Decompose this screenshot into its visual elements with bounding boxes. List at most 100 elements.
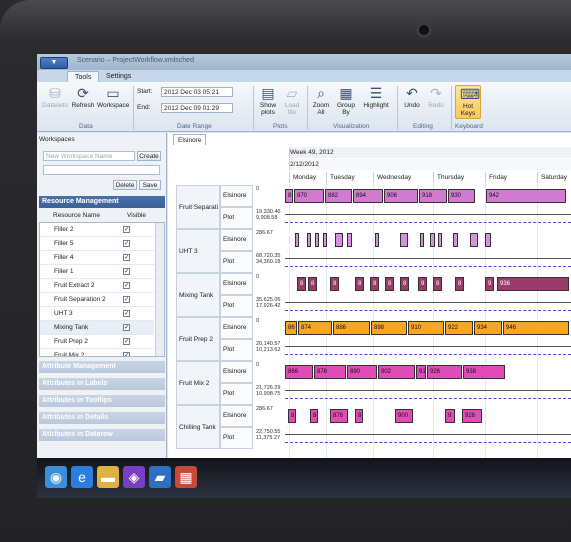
task-bar[interactable]: 898 [371, 321, 407, 335]
resource-row[interactable]: Fruit Separation 2 ✓ [40, 293, 154, 307]
resource-row[interactable]: Fruit Prep 2 ✓ [40, 335, 154, 349]
resource-row[interactable]: Filler 2 ✓ [40, 223, 154, 237]
start-orb-icon[interactable]: ◉ [45, 466, 67, 488]
delete-button[interactable]: Delete [113, 180, 137, 190]
resource-row[interactable]: Filler 4 ✓ [40, 251, 154, 265]
visible-checkbox[interactable]: ✓ [123, 226, 130, 233]
task-bar[interactable] [335, 233, 343, 247]
task-bar[interactable]: 874 [298, 321, 332, 335]
task-bar[interactable] [375, 233, 379, 247]
task-bar[interactable] [438, 233, 442, 247]
visible-checkbox[interactable]: ✓ [123, 240, 130, 247]
task-bar[interactable]: 8 [308, 277, 317, 291]
task-bar[interactable]: 870 [294, 189, 324, 203]
task-bar[interactable]: 8 [385, 277, 394, 291]
task-bar[interactable]: 8 [455, 277, 464, 291]
visible-checkbox[interactable]: ✓ [123, 296, 130, 303]
task-bar[interactable]: 946 [503, 321, 569, 335]
resource-row[interactable]: Fruit Extract 2 ✓ [40, 279, 154, 293]
show-plots-button[interactable]: ▤ Show plots [256, 85, 280, 116]
task-bar[interactable]: 910 [408, 321, 444, 335]
hot-keys-button[interactable]: ⌨ Hot Keys [455, 85, 481, 119]
task-bar[interactable] [470, 233, 478, 247]
section-header[interactable]: Attributes in Datarow [39, 429, 165, 441]
tab-elsinore[interactable]: Elsinore [173, 134, 207, 145]
task-bar[interactable]: 86 [285, 321, 297, 335]
task-bar[interactable] [347, 233, 352, 247]
section-header[interactable]: Attributes in Labels [39, 378, 165, 390]
app-menu-button[interactable]: ▼ [40, 57, 68, 69]
resource-row[interactable]: Filler 1 ✓ [40, 265, 154, 279]
task-bar[interactable]: 8 [355, 409, 363, 423]
tab-tools[interactable]: Tools [67, 71, 100, 82]
task-bar[interactable]: 922 [445, 321, 473, 335]
task-bar[interactable]: 8 [297, 277, 306, 291]
task-bar[interactable]: 9 [445, 409, 455, 423]
task-bar[interactable] [420, 233, 424, 247]
group-by-button[interactable]: ▦ Group By [335, 85, 357, 116]
folder-icon[interactable]: ▬ [97, 466, 119, 488]
task-bar[interactable] [400, 233, 408, 247]
section-header[interactable]: Attributes in Details [39, 412, 165, 424]
visible-checkbox[interactable]: ✓ [123, 324, 130, 331]
visible-checkbox[interactable]: ✓ [123, 310, 130, 317]
task-bar[interactable]: 928 [462, 409, 482, 423]
task-bar[interactable]: 866 [285, 365, 313, 379]
visible-checkbox[interactable]: ✓ [123, 338, 130, 345]
app-icon[interactable]: ▦ [175, 466, 197, 488]
resource-management-header[interactable]: Resource Management [39, 196, 165, 208]
tab-settings[interactable]: Settings [99, 71, 138, 82]
task-bar[interactable] [453, 233, 458, 247]
undo-button[interactable]: ↶ Undo [401, 85, 423, 109]
workspace-name-input[interactable]: New Workspace Name [43, 151, 135, 161]
task-bar[interactable]: 876 [330, 409, 348, 423]
visible-checkbox[interactable]: ✓ [123, 282, 130, 289]
task-bar[interactable]: 9 [485, 277, 494, 291]
save-button[interactable]: Save [139, 180, 161, 190]
section-header[interactable]: Attributes in Tooltips [39, 395, 165, 407]
table-scrollbar[interactable] [155, 223, 164, 356]
task-bar[interactable]: 930 [448, 189, 475, 203]
task-bar[interactable]: 91 [416, 365, 426, 379]
task-bar[interactable]: 8 [400, 277, 409, 291]
task-bar[interactable]: 8 [330, 277, 339, 291]
visible-checkbox[interactable]: ✓ [123, 268, 130, 275]
task-bar[interactable]: 8 [285, 189, 293, 203]
task-bar[interactable]: 8 [310, 409, 318, 423]
task-bar[interactable]: 938 [463, 365, 505, 379]
highlight-button[interactable]: ☰ Highlight [361, 85, 391, 109]
task-bar[interactable] [307, 233, 311, 247]
task-bar[interactable]: 934 [474, 321, 502, 335]
task-bar[interactable]: 918 [419, 189, 447, 203]
section-header[interactable]: Attribute Management [39, 361, 165, 373]
task-bar[interactable] [315, 233, 319, 247]
visible-checkbox[interactable]: ✓ [123, 352, 130, 356]
browser-icon[interactable]: e [71, 466, 93, 488]
task-bar[interactable] [485, 233, 491, 247]
task-bar[interactable] [295, 233, 299, 247]
task-bar[interactable]: 9 [418, 277, 427, 291]
datasets-button[interactable]: ⛁ Datasets [41, 85, 69, 109]
task-bar[interactable]: 936 [497, 277, 569, 291]
task-bar[interactable]: 8 [370, 277, 379, 291]
task-bar[interactable]: 8 [288, 409, 296, 423]
task-bar[interactable] [323, 233, 327, 247]
workspace-dropdown[interactable] [43, 165, 160, 175]
workspace-button[interactable]: ▭ Workspace [97, 85, 129, 109]
task-bar[interactable]: 8 [433, 277, 442, 291]
task-bar[interactable]: 886 [333, 321, 370, 335]
task-bar[interactable]: 894 [353, 189, 383, 203]
task-bar[interactable]: 890 [347, 365, 377, 379]
task-bar[interactable]: 902 [378, 365, 415, 379]
studio-icon[interactable]: ◈ [123, 466, 145, 488]
task-bar[interactable]: 906 [384, 189, 418, 203]
start-date-input[interactable]: 2012 Dec 03 05:21 [161, 87, 233, 97]
resource-row[interactable]: UHT 3 ✓ [40, 307, 154, 321]
zoom-all-button[interactable]: ⌕ Zoom All [310, 85, 332, 116]
resource-row[interactable]: Mixing Tank ✓ [40, 321, 154, 335]
task-bar[interactable]: 878 [314, 365, 346, 379]
resource-row[interactable]: Filler 5 ✓ [40, 237, 154, 251]
redo-button[interactable]: ↷ Redo [425, 85, 447, 109]
task-bar[interactable]: 8 [355, 277, 364, 291]
task-bar[interactable]: 942 [486, 189, 566, 203]
